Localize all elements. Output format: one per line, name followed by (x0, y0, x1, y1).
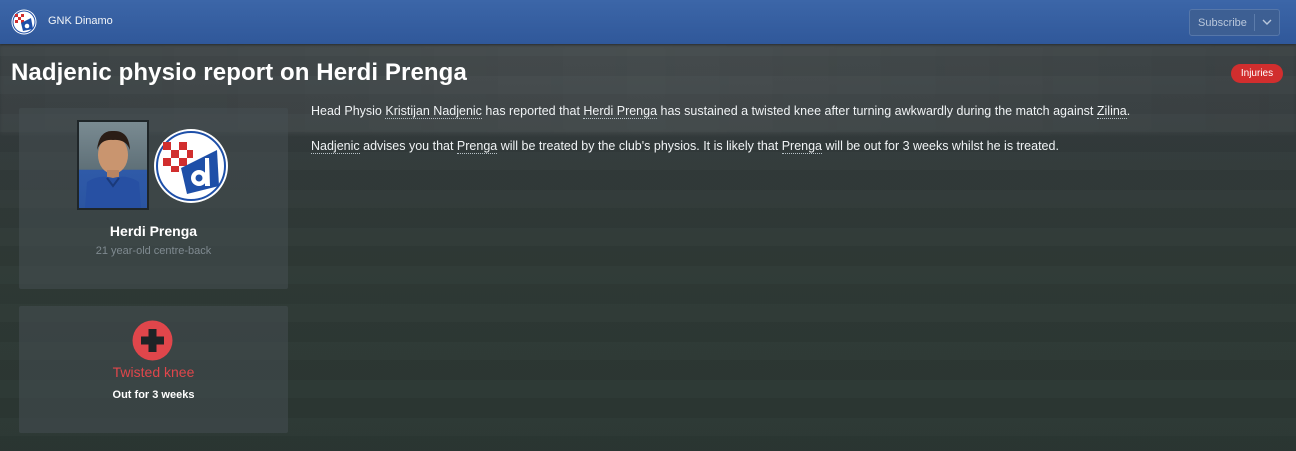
medical-cross-icon (132, 320, 173, 361)
message-text: has sustained a twisted knee after turni… (657, 104, 1097, 118)
top-bar: GNK Dinamo Subscribe (0, 0, 1296, 44)
player-link-prenga[interactable]: Herdi Prenga (583, 104, 658, 119)
dinamo-crest-icon[interactable] (11, 9, 37, 35)
injury-name: Twisted knee (112, 364, 195, 380)
player-card: Herdi Prenga 21 year-old centre-back (19, 108, 288, 289)
message-text: has reported that (481, 104, 584, 118)
subscribe-button[interactable]: Subscribe (1189, 9, 1280, 36)
player-name[interactable]: Herdi Prenga (19, 223, 288, 239)
staff-link-nadjenic[interactable]: Kristijan Nadjenic (385, 104, 482, 119)
message-text: advises you that (359, 139, 457, 153)
club-name[interactable]: GNK Dinamo (48, 15, 113, 27)
subscribe-label: Subscribe (1198, 16, 1247, 29)
message-paragraph-2: Nadjenic advises you that Prenga will be… (311, 139, 1271, 154)
club-link-zilina[interactable]: Zilina (1096, 104, 1127, 119)
injury-card: Twisted knee Out for 3 weeks (19, 306, 288, 433)
player-link-prenga[interactable]: Prenga (781, 139, 823, 154)
club-crest-icon[interactable] (153, 128, 229, 204)
injuries-tag[interactable]: Injuries (1231, 64, 1283, 83)
player-description: 21 year-old centre-back (95, 245, 212, 257)
message-paragraph-1: Head Physio Kristijan Nadjenic has repor… (311, 104, 1271, 119)
player-link-prenga[interactable]: Prenga (456, 139, 498, 154)
injury-duration: Out for 3 weeks (112, 389, 195, 401)
message-text: will be out for 3 weeks whilst he is tre… (822, 139, 1059, 153)
player-photo[interactable] (77, 120, 149, 210)
chevron-down-icon[interactable] (1261, 16, 1273, 28)
message-text: Head Physio (311, 104, 386, 118)
message-text: . (1126, 104, 1131, 118)
staff-link-nadjenic[interactable]: Nadjenic (311, 139, 360, 154)
subscribe-divider (1254, 14, 1255, 31)
message-text: will be treated by the club's physios. I… (497, 139, 782, 153)
player-portrait-image (85, 130, 141, 208)
news-body: Head Physio Kristijan Nadjenic has repor… (311, 104, 1271, 174)
page-title: Nadjenic physio report on Herdi Prenga (11, 59, 467, 86)
